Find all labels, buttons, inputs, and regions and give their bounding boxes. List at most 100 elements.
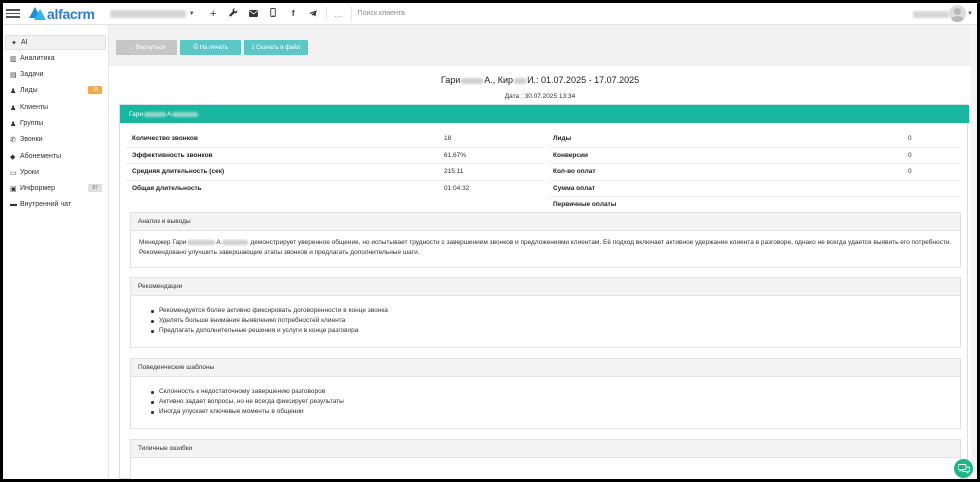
report-title: Гари А., Кир И.: 01.07.2025 - 17.07.2025 bbox=[440, 75, 640, 85]
subscriptions-icon: ◆ bbox=[10, 153, 16, 161]
recommendations-list: Рекомендуется более активно фиксировать … bbox=[139, 306, 952, 336]
action-buttons: ← Вернуться ⎙ На печать ⤓ Скачать в файл bbox=[116, 40, 308, 55]
chevron-down-icon[interactable]: ▼ bbox=[967, 11, 973, 17]
phone-icon[interactable] bbox=[265, 8, 282, 19]
redacted-name bbox=[461, 77, 484, 84]
redacted-name bbox=[187, 239, 216, 245]
section-title: Анализ и выводы bbox=[131, 213, 960, 231]
wrench-icon[interactable] bbox=[225, 8, 242, 19]
sidebar-item-label: AI bbox=[21, 39, 28, 46]
chevron-down-icon[interactable]: ▼ bbox=[189, 11, 195, 17]
report-panel: Гари А., Кир И.: 01.07.2025 - 17.07.2025 Д… bbox=[109, 66, 971, 479]
sidebar-item-informer[interactable]: ▣ Информер 87 bbox=[5, 181, 106, 196]
section-title: Типичные ошибки bbox=[131, 440, 960, 458]
analysis-section: Анализ и выводы Менеджер Гари А демонстри… bbox=[130, 212, 961, 268]
recommendations-section: Рекомендации Рекомендуется более активно… bbox=[130, 277, 961, 348]
analytics-icon: ▥ bbox=[10, 55, 17, 63]
sidebar-item-internal-chat[interactable]: ▬ Внутренний чат bbox=[5, 197, 106, 212]
list-item: Предлагать дополнительные решения и услу… bbox=[151, 326, 952, 336]
menu-icon[interactable] bbox=[6, 9, 20, 18]
redacted-name bbox=[172, 111, 199, 117]
behavior-patterns-section: Поведенческие шаблоны Склонность к недос… bbox=[130, 358, 961, 429]
sidebar-item-groups[interactable]: ♟ Группы bbox=[5, 116, 106, 131]
sidebar: ✦ AI ▥ Аналитика ▤ Задачи ♟ Лиды 18 ♟ Клиенты… bbox=[3, 25, 109, 479]
top-bar: alfacrm ▼ + f … Поиск клиента ▼ bbox=[3, 3, 977, 25]
sidebar-item-clients[interactable]: ♟ Клиенты bbox=[5, 100, 106, 115]
leads-count-badge: 18 bbox=[88, 86, 102, 94]
mail-icon[interactable] bbox=[245, 9, 262, 19]
sales-stats: Лиды 0 Конверсии 0 Кол-во оплат 0 Сумма опл… bbox=[547, 131, 960, 214]
sidebar-item-label: Лиды bbox=[20, 87, 38, 94]
sidebar-item-calls[interactable]: ✆ Звонки bbox=[5, 132, 106, 147]
sidebar-item-label: Задачи bbox=[20, 71, 44, 78]
stat-row: Лиды 0 bbox=[547, 131, 960, 148]
stat-row: Общая длительность 01:04:32 bbox=[132, 184, 470, 192]
leads-icon: ♟ bbox=[10, 87, 17, 95]
telegram-icon[interactable] bbox=[305, 9, 322, 19]
manager-card: Гари А Количество звонков 18 Эффективность… bbox=[119, 104, 969, 479]
patterns-list: Склонность к недостаточному завершению р… bbox=[139, 387, 952, 417]
page-scrollbar[interactable] bbox=[971, 25, 977, 479]
sidebar-item-tasks[interactable]: ▤ Задачи bbox=[5, 67, 106, 82]
branch-selector[interactable] bbox=[109, 9, 186, 18]
more-icon[interactable]: … bbox=[330, 9, 347, 19]
groups-icon: ♟ bbox=[10, 120, 17, 128]
sidebar-item-label: Внутренний чат bbox=[20, 201, 72, 208]
toolbar-divider bbox=[325, 6, 327, 21]
main-content: ← Вернуться ⎙ На печать ⤓ Скачать в файл… bbox=[109, 25, 971, 479]
app-window: alfacrm ▼ + f … Поиск клиента ▼ ✦ AI ▥ Ана… bbox=[3, 3, 977, 479]
logo[interactable]: alfacrm bbox=[29, 3, 95, 25]
facebook-icon[interactable]: f bbox=[285, 9, 302, 18]
manager-card-header: Гари А bbox=[120, 105, 969, 123]
section-title: Рекомендации bbox=[131, 278, 960, 296]
call-stats: Количество звонков 18 Эффективность звонк… bbox=[126, 131, 544, 197]
sidebar-item-subscriptions[interactable]: ◆ Абонементы bbox=[5, 149, 106, 164]
stat-row: Кол-во оплат 0 bbox=[547, 164, 960, 181]
sidebar-item-ai[interactable]: ✦ AI bbox=[5, 35, 106, 50]
list-item: Уделять больше внимания выявлению потреб… bbox=[151, 316, 952, 326]
sidebar-item-lessons[interactable]: ▭ Уроки bbox=[5, 165, 106, 180]
plus-icon[interactable]: + bbox=[205, 8, 222, 20]
sidebar-item-label: Информер bbox=[20, 185, 56, 192]
sidebar-item-label: Клиенты bbox=[20, 104, 49, 111]
report-date: Дата : 30.07.2025 13:34 bbox=[504, 93, 576, 100]
tasks-icon: ▤ bbox=[10, 71, 17, 79]
informer-icon: ▣ bbox=[10, 185, 17, 193]
sidebar-item-label: Абонементы bbox=[20, 153, 62, 160]
sidebar-item-label: Звонки bbox=[20, 136, 43, 143]
redacted-name bbox=[514, 77, 527, 84]
analysis-text: Менеджер Гари А демонстрирует уверенное о… bbox=[139, 239, 952, 256]
sidebar-item-leads[interactable]: ♟ Лиды 18 bbox=[5, 83, 106, 98]
list-item: Рекомендуется более активно фиксировать … bbox=[151, 306, 952, 316]
ai-icon: ✦ bbox=[11, 39, 17, 47]
back-button[interactable]: ← Вернуться bbox=[116, 40, 177, 55]
avatar[interactable] bbox=[949, 5, 966, 22]
clients-icon: ♟ bbox=[10, 104, 17, 112]
sidebar-item-analytics[interactable]: ▥ Аналитика bbox=[5, 51, 106, 66]
redacted-name bbox=[144, 111, 167, 117]
stat-row: Средняя длительность (сек) 215.11 bbox=[126, 164, 544, 181]
download-button[interactable]: ⤓ Скачать в файл bbox=[244, 40, 308, 55]
list-item: Иногда упускает ключевые моменты в общен… bbox=[151, 407, 952, 417]
stat-row: Эффективность звонков 61.67% bbox=[126, 148, 544, 164]
logo-text: alfacrm bbox=[47, 5, 95, 22]
user-name[interactable] bbox=[913, 11, 949, 18]
stat-row: Конверсии 0 bbox=[547, 148, 960, 164]
arrow-left-icon: ← bbox=[128, 44, 136, 51]
section-title: Поведенческие шаблоны bbox=[131, 359, 960, 377]
redacted-name bbox=[221, 239, 248, 245]
chat-bubble-icon bbox=[957, 464, 970, 474]
search-input[interactable]: Поиск клиента bbox=[358, 10, 405, 17]
toolbar-divider bbox=[350, 6, 352, 21]
lessons-icon: ▭ bbox=[10, 169, 17, 177]
chat-widget-button[interactable] bbox=[954, 459, 973, 478]
sidebar-item-label: Аналитика bbox=[20, 55, 55, 62]
logo-icon bbox=[29, 7, 46, 20]
print-button[interactable]: ⎙ На печать bbox=[180, 40, 241, 55]
chat-icon: ▬ bbox=[10, 201, 17, 208]
stat-row: Количество звонков 18 bbox=[126, 131, 544, 148]
informer-count-badge: 87 bbox=[88, 184, 102, 192]
list-item: Активно задает вопросы, но не всегда фик… bbox=[151, 397, 952, 407]
list-item: Склонность к недостаточному завершению р… bbox=[151, 387, 952, 397]
typical-mistakes-section: Типичные ошибки bbox=[130, 439, 961, 479]
